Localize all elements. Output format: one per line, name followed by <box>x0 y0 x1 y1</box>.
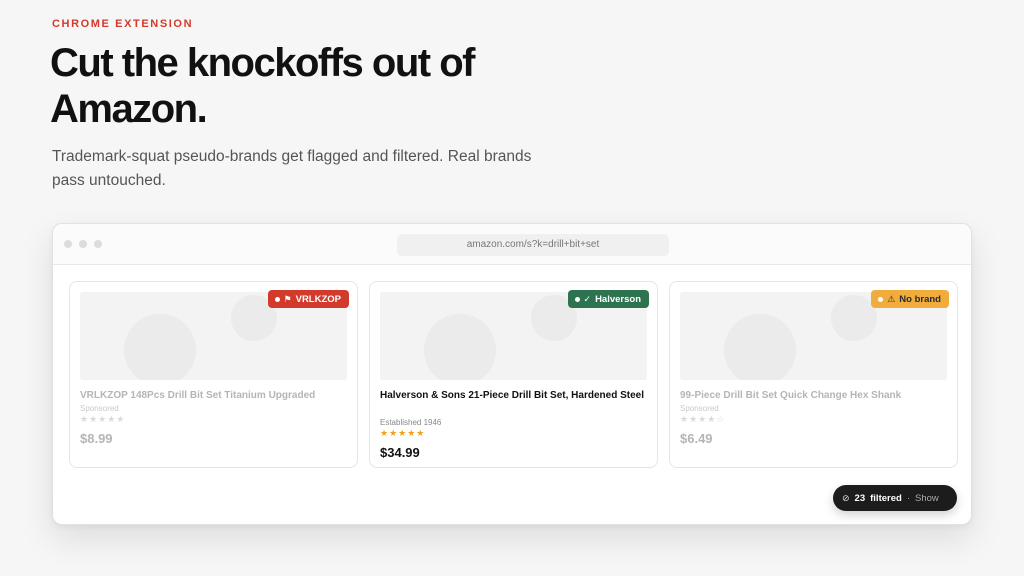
window-controls <box>64 240 102 248</box>
badge-label: Halverson <box>595 293 641 305</box>
close-dot[interactable] <box>64 240 72 248</box>
product-price: $6.49 <box>680 431 713 446</box>
page-subhead: Trademark-squat pseudo-brands get flagge… <box>52 148 532 189</box>
badge-label: VRLKZOP <box>295 293 341 305</box>
brand-badge-flagged: ⚑ VRLKZOP <box>267 290 349 308</box>
badge-dot <box>878 296 884 302</box>
star-rating: ★★★★★ <box>80 414 126 424</box>
show-filtered-button[interactable]: Show <box>915 493 939 504</box>
badge-dot <box>274 296 280 302</box>
check-circle-icon: ✓ <box>583 293 592 304</box>
filter-tag-icon: ⊘ <box>842 492 850 503</box>
badge-dot <box>574 296 580 302</box>
filtered-count: 23 <box>854 492 866 504</box>
product-title[interactable]: VRLKZOP 148Pcs Drill Bit Set Titanium Up… <box>80 388 352 403</box>
product-card-no-brand[interactable]: ⚠ No brand 99-Piece Drill Bit Set Quick … <box>669 281 958 468</box>
product-subtitle: Sponsored <box>680 404 719 413</box>
filtered-count-pill[interactable]: ⊘ 23 filtered · Show <box>833 485 957 511</box>
product-card-vrlkzop[interactable]: ⚑ VRLKZOP VRLKZOP 148Pcs Drill Bit Set T… <box>69 281 358 468</box>
filtered-label: filtered <box>870 492 902 504</box>
brand-badge-warning: ⚠ No brand <box>871 290 949 308</box>
minimize-dot[interactable] <box>79 240 87 248</box>
browser-window: amazon.com/s?k=drill+bit+set ⚑ VRLKZOP V… <box>52 223 972 525</box>
product-card-halverson[interactable]: ✓ Halverson Halverson & Sons 21-Piece Dr… <box>369 281 658 468</box>
brand-badge-verified: ✓ Halverson <box>567 290 649 308</box>
url-bar[interactable]: amazon.com/s?k=drill+bit+set <box>397 234 669 256</box>
page-headline: Cut the knockoffs out of Amazon. <box>50 41 475 131</box>
warning-icon: ⚠ <box>887 293 896 304</box>
star-rating: ★★★★★ <box>380 428 426 438</box>
product-subtitle: Sponsored <box>80 404 119 413</box>
eyebrow-label: CHROME EXTENSION <box>52 18 194 30</box>
maximize-dot[interactable] <box>94 240 102 248</box>
star-rating: ★★★★☆ <box>680 414 726 424</box>
browser-titlebar: amazon.com/s?k=drill+bit+set <box>53 224 971 265</box>
product-title[interactable]: Halverson & Sons 21-Piece Drill Bit Set,… <box>380 388 652 403</box>
flag-icon: ⚑ <box>283 293 292 304</box>
product-price: $34.99 <box>380 445 420 460</box>
product-title[interactable]: 99-Piece Drill Bit Set Quick Change Hex … <box>680 388 952 403</box>
product-price: $8.99 <box>80 431 113 446</box>
product-subtitle: Established 1946 <box>380 418 442 427</box>
pill-separator: · <box>906 492 910 504</box>
badge-label: No brand <box>899 293 941 305</box>
